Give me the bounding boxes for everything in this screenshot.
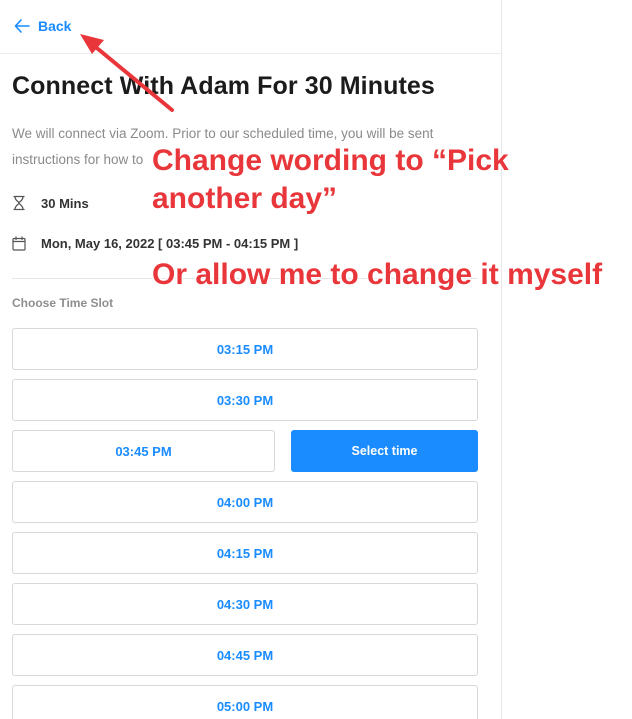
description-line-2-text: instructions for how to [12, 152, 144, 167]
arrow-left-icon [14, 19, 30, 33]
duration-text: 30 Mins [41, 195, 89, 211]
annotation-text: another day” [152, 182, 338, 215]
time-slot[interactable]: 03:15 PM [12, 328, 478, 370]
time-slot[interactable]: 05:00 PM [12, 685, 478, 719]
calendar-icon [12, 236, 26, 251]
back-bar: Back [0, 0, 501, 54]
annotation-text: Change wording to “Pick [152, 144, 509, 177]
datetime-row: Mon, May 16, 2022 [ 03:45 PM - 04:15 PM … [12, 236, 298, 251]
section-label: Choose Time Slot [12, 296, 114, 310]
time-slot[interactable]: 04:15 PM [12, 532, 478, 574]
annotation-text: Or allow me to change it myself [152, 258, 603, 291]
time-slot-list: 03:15 PM 03:30 PM 03:45 PM Select time 0… [12, 328, 478, 719]
booking-panel: Back Connect With Adam For 30 Minutes We… [0, 0, 502, 719]
duration-row: 30 Mins [12, 195, 89, 211]
hourglass-icon [12, 195, 26, 211]
time-slot[interactable]: 04:00 PM [12, 481, 478, 523]
time-slot[interactable]: 03:30 PM [12, 379, 478, 421]
datetime-text: Mon, May 16, 2022 [ 03:45 PM - 04:15 PM … [41, 236, 299, 251]
page-title: Connect With Adam For 30 Minutes [12, 72, 435, 100]
select-time-button[interactable]: Select time [291, 430, 478, 472]
time-slot[interactable]: 04:45 PM [12, 634, 478, 676]
time-slot[interactable]: 04:30 PM [12, 583, 478, 625]
back-label: Back [38, 18, 72, 34]
back-button[interactable]: Back [14, 14, 71, 38]
time-slot-selected[interactable]: 03:45 PM [12, 430, 275, 472]
